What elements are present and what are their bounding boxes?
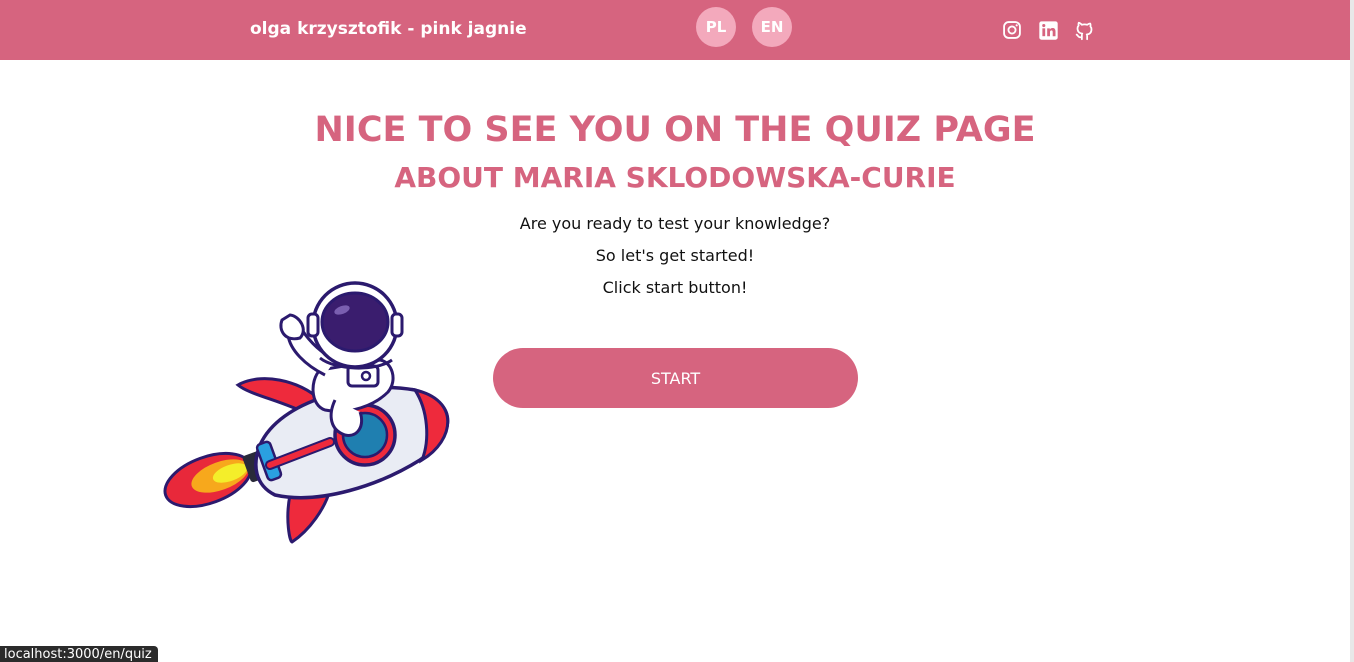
- github-icon[interactable]: [1073, 19, 1095, 41]
- page: olga krzysztofik - pink jagnie PL EN NIC…: [0, 0, 1354, 662]
- intro-line: So let's get started!: [595, 246, 755, 265]
- instagram-icon[interactable]: [1001, 19, 1023, 41]
- astronaut-rocket-illustration: [160, 280, 460, 550]
- intro-line: Are you ready to test your knowledge?: [519, 214, 831, 233]
- language-en-button[interactable]: EN: [752, 7, 792, 47]
- language-pl-button[interactable]: PL: [696, 7, 736, 47]
- status-bar-url: localhost:3000/en/quiz: [0, 646, 158, 662]
- page-subtitle: ABOUT MARIA SKLODOWSKA-CURIE: [394, 161, 956, 194]
- start-button[interactable]: START: [493, 348, 858, 408]
- linkedin-icon[interactable]: [1037, 19, 1059, 41]
- brand-link[interactable]: olga krzysztofik - pink jagnie: [250, 19, 527, 39]
- page-title: NICE TO SEE YOU ON THE QUIZ PAGE: [314, 110, 1036, 150]
- top-navbar: olga krzysztofik - pink jagnie PL EN: [0, 0, 1350, 60]
- scrollbar[interactable]: [1350, 0, 1354, 662]
